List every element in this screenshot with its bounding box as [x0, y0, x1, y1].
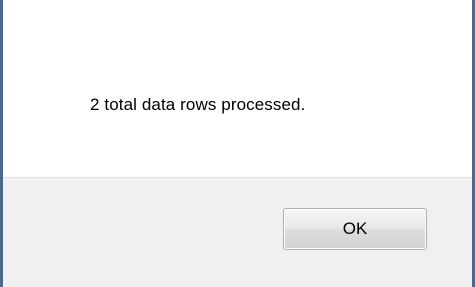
dialog-button-bar: OK [3, 177, 472, 287]
dialog-message: 2 total data rows processed. [90, 95, 306, 114]
message-dialog: 2 total data rows processed. OK [0, 0, 475, 287]
dialog-content: 2 total data rows processed. [3, 0, 472, 177]
ok-button[interactable]: OK [283, 208, 427, 250]
